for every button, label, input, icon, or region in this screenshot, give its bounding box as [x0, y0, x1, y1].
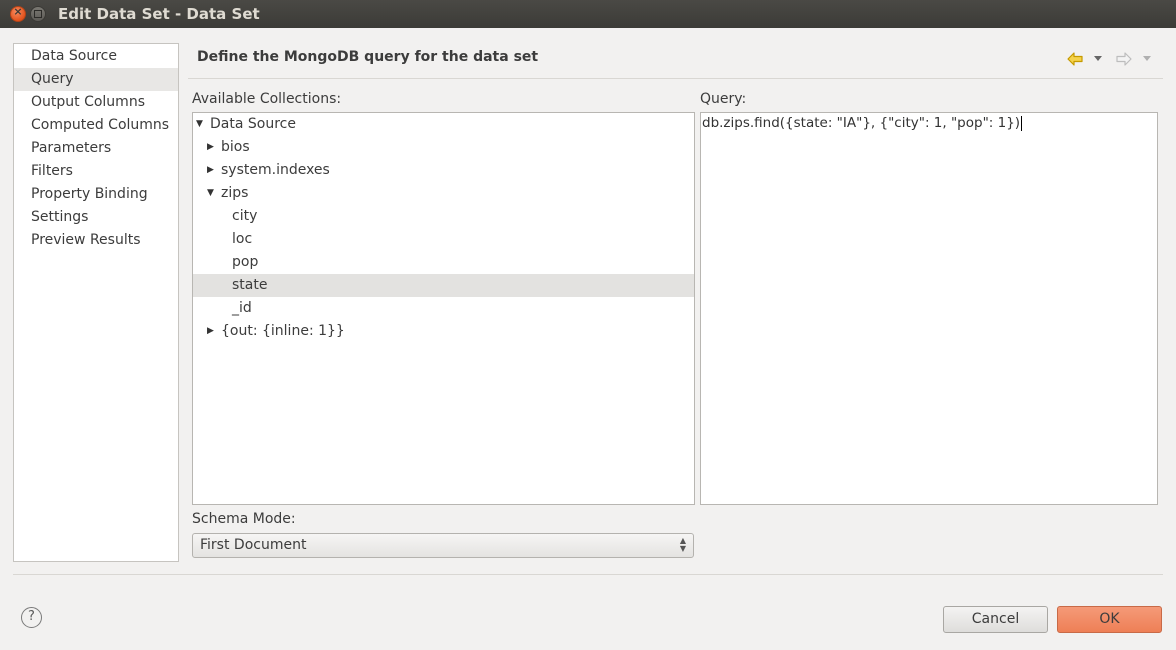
page-title: Define the MongoDB query for the data se…: [197, 49, 539, 65]
tree-node[interactable]: _id: [193, 297, 694, 320]
tree-node[interactable]: ▶ {out: {inline: 1}}: [193, 320, 694, 343]
expanded-twisty-icon[interactable]: ▼: [196, 113, 203, 136]
schema-mode-label: Schema Mode:: [192, 511, 296, 527]
header-divider: [188, 78, 1163, 79]
close-window-button[interactable]: ×: [10, 5, 26, 22]
back-dropdown-icon[interactable]: [1094, 56, 1102, 61]
help-icon: ?: [28, 609, 35, 624]
nav-item-data-source[interactable]: Data Source: [14, 45, 178, 68]
footer-divider: [13, 574, 1163, 575]
nav-item-query[interactable]: Query: [14, 68, 178, 91]
nav-item-parameters[interactable]: Parameters: [14, 137, 178, 160]
nav-item-output-columns[interactable]: Output Columns: [14, 91, 178, 114]
text-caret: [1021, 115, 1023, 131]
collapsed-twisty-icon[interactable]: ▶: [207, 159, 214, 182]
tree-node[interactable]: ▼ Data Source: [193, 113, 694, 136]
tree-node[interactable]: loc: [193, 228, 694, 251]
tree-node[interactable]: state: [193, 274, 694, 297]
back-arrow-icon[interactable]: [1066, 50, 1084, 68]
tree-node[interactable]: pop: [193, 251, 694, 274]
tree-node[interactable]: city: [193, 205, 694, 228]
tree-node-label: state: [232, 277, 268, 293]
tree-node-label: city: [232, 208, 258, 224]
collapsed-twisty-icon[interactable]: ▶: [207, 136, 214, 159]
query-text-line[interactable]: db.zips.find({state: "IA"}, {"city": 1, …: [702, 113, 1023, 133]
tree-node-label: zips: [221, 185, 249, 201]
nav-item-property-binding[interactable]: Property Binding: [14, 183, 178, 206]
available-collections-label: Available Collections:: [192, 91, 342, 107]
title-bar: × Edit Data Set - Data Set: [0, 0, 1176, 28]
tree-node-label: Data Source: [210, 116, 296, 132]
tree-node[interactable]: ▼ zips: [193, 182, 694, 205]
collections-tree[interactable]: ▼ Data Source ▶ bios ▶ system.indexes ▼ zips cit…: [192, 112, 695, 505]
cancel-button[interactable]: Cancel: [943, 606, 1048, 633]
select-spinner-icon: ▲ ▼: [679, 536, 686, 553]
help-button[interactable]: ?: [21, 607, 42, 628]
forward-dropdown-icon[interactable]: [1143, 56, 1151, 61]
tree-node-label: {out: {inline: 1}}: [221, 323, 345, 339]
nav-item-preview-results[interactable]: Preview Results: [14, 229, 178, 252]
nav-item-computed-columns[interactable]: Computed Columns: [14, 114, 178, 137]
nav-item-filters[interactable]: Filters: [14, 160, 178, 183]
window-title: Edit Data Set - Data Set: [58, 5, 260, 23]
maximize-icon: [34, 10, 42, 18]
tree-node-label: bios: [221, 139, 250, 155]
page-navigation-list: Data Source Query Output Columns Computed C…: [13, 43, 179, 562]
forward-arrow-icon[interactable]: [1115, 50, 1133, 68]
query-editor[interactable]: db.zips.find({state: "IA"}, {"city": 1, …: [700, 112, 1158, 505]
ok-button[interactable]: OK: [1057, 606, 1162, 633]
schema-mode-value: First Document: [200, 537, 307, 553]
query-text[interactable]: db.zips.find({state: "IA"}, {"city": 1, …: [702, 115, 1020, 131]
tree-node-label: _id: [232, 300, 252, 316]
collapsed-twisty-icon[interactable]: ▶: [207, 320, 214, 343]
tree-node[interactable]: ▶ system.indexes: [193, 159, 694, 182]
nav-item-settings[interactable]: Settings: [14, 206, 178, 229]
tree-node-label: pop: [232, 254, 259, 270]
schema-mode-select[interactable]: First Document ▲ ▼: [192, 533, 694, 558]
tree-node[interactable]: ▶ bios: [193, 136, 694, 159]
close-icon: ×: [13, 5, 23, 18]
query-label: Query:: [700, 91, 747, 107]
tree-node-label: system.indexes: [221, 162, 330, 178]
maximize-window-button[interactable]: [30, 6, 46, 22]
expanded-twisty-icon[interactable]: ▼: [207, 182, 214, 205]
tree-node-label: loc: [232, 231, 253, 247]
